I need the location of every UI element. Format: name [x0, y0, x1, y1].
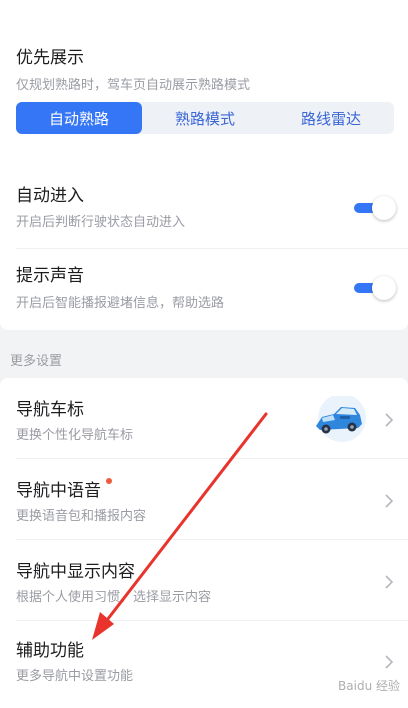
- toggle-knob: [372, 196, 396, 220]
- sound-title: 提示声音: [16, 266, 84, 286]
- settings-row-navigation-voice[interactable]: 导航中语音 更换语音包和播报内容: [0, 459, 408, 539]
- sound-subtitle: 开启后智能播报避堵信息，帮助选路: [16, 296, 225, 311]
- chevron-right-icon: [385, 575, 394, 589]
- chevron-right-icon: [385, 494, 394, 508]
- segment-familiar-mode[interactable]: 熟路模式: [142, 102, 268, 134]
- car-avatar-icon: [316, 396, 366, 442]
- navigation-voice-subtitle: 更换语音包和播报内容: [16, 509, 147, 524]
- car-icon-title: 导航车标: [16, 400, 84, 420]
- assist-functions-title: 辅助功能: [16, 641, 84, 661]
- chevron-right-icon: [385, 413, 394, 427]
- more-settings-label: 更多设置: [10, 354, 63, 369]
- divider: [16, 248, 408, 249]
- route-settings-card: 优先展示 仅规划熟路时，驾车页自动展示熟路模式 自动熟路 熟路模式 路线雷达 自…: [0, 0, 408, 330]
- priority-title: 优先展示: [16, 48, 84, 68]
- watermark: Baidu 经验: [338, 679, 400, 693]
- priority-segmented-control: 自动熟路 熟路模式 路线雷达: [16, 102, 394, 134]
- display-content-subtitle: 根据个人使用习惯，选择显示内容: [16, 590, 212, 605]
- toggle-knob: [372, 276, 396, 300]
- assist-functions-subtitle: 更多导航中设置功能: [16, 669, 134, 684]
- display-content-title: 导航中显示内容: [16, 562, 135, 582]
- segment-auto-familiar[interactable]: 自动熟路: [16, 102, 142, 134]
- sound-toggle[interactable]: [354, 276, 396, 300]
- priority-subtitle: 仅规划熟路时，驾车页自动展示熟路模式: [16, 78, 251, 93]
- car-icon-subtitle: 更换个性化导航车标: [16, 428, 134, 443]
- auto-enter-toggle[interactable]: [354, 196, 396, 220]
- auto-enter-title: 自动进入: [16, 186, 84, 206]
- new-badge-dot: [106, 478, 112, 484]
- settings-row-display-content[interactable]: 导航中显示内容 根据个人使用习惯，选择显示内容: [0, 540, 408, 620]
- navigation-voice-title: 导航中语音: [16, 481, 101, 501]
- segment-route-radar[interactable]: 路线雷达: [268, 102, 394, 134]
- chevron-right-icon: [385, 655, 394, 669]
- auto-enter-subtitle: 开启后判断行驶状态自动进入: [16, 215, 186, 230]
